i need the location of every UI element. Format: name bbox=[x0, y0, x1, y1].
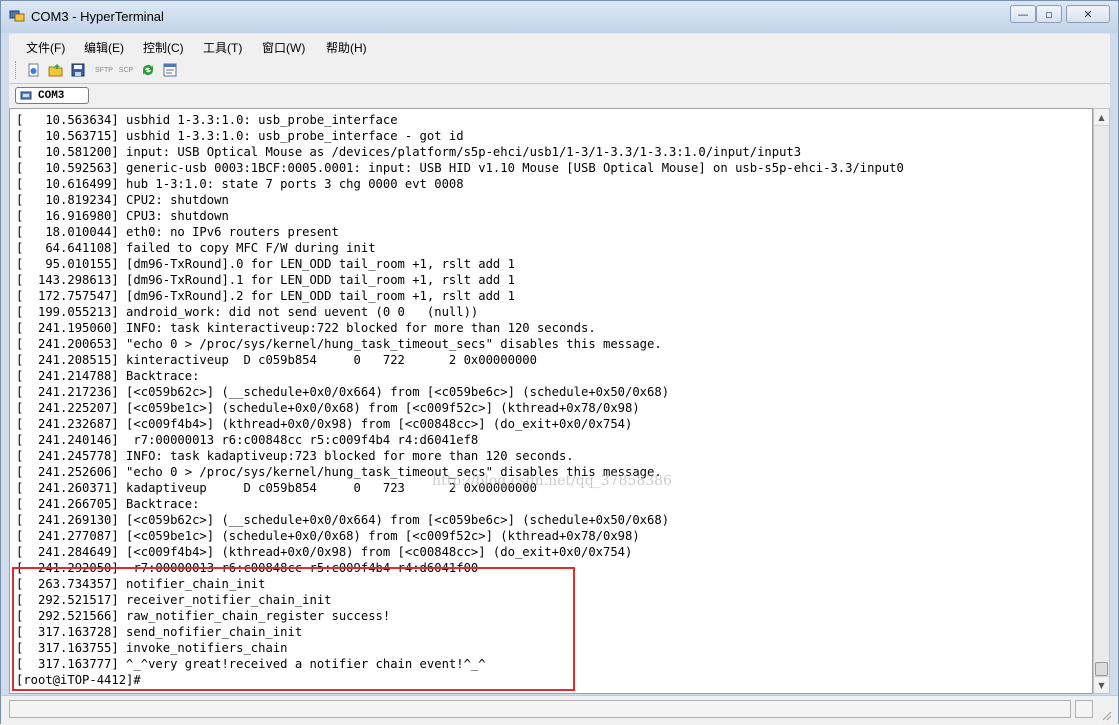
terminal-line: [ 317.163755] invoke_notifiers_chain bbox=[16, 641, 288, 655]
minimize-button[interactable]: — bbox=[1010, 5, 1036, 23]
terminal-line: [ 241.200653] "echo 0 > /proc/sys/kernel… bbox=[16, 337, 662, 351]
save-button[interactable] bbox=[69, 61, 87, 79]
terminal-line: [ 241.269130] [<c059b62c>] (__schedule+0… bbox=[16, 513, 670, 527]
menu-file[interactable]: 文件(F) bbox=[26, 39, 65, 56]
scrollbar-thumb[interactable] bbox=[1095, 662, 1108, 676]
terminal-line: [ 95.010155] [dm96-TxRound].0 for LEN_OD… bbox=[16, 257, 515, 271]
close-icon: ✕ bbox=[1083, 7, 1093, 21]
toolbar-grip[interactable] bbox=[15, 61, 19, 79]
terminal-line: [ 10.819234] CPU2: shutdown bbox=[16, 193, 229, 207]
terminal-lines: [ 10.563634] usbhid 1-3.3:1.0: usb_probe… bbox=[16, 112, 904, 688]
open-folder-icon bbox=[48, 64, 63, 77]
menu-control[interactable]: 控制(C) bbox=[143, 39, 184, 56]
terminal-line: [ 263.734357] notifier_chain_init bbox=[16, 577, 266, 591]
save-icon bbox=[71, 63, 85, 77]
status-panel-small bbox=[1075, 700, 1093, 718]
properties-icon bbox=[163, 63, 177, 77]
scp-button[interactable]: SCP bbox=[116, 61, 136, 79]
title-bar[interactable]: COM3 - HyperTerminal — ▫ ✕ bbox=[1, 1, 1118, 33]
window-frame-right bbox=[1110, 33, 1118, 695]
chevron-down-icon: ▼ bbox=[1098, 680, 1105, 690]
terminal-line: [ 241.195060] INFO: task kinteractiveup:… bbox=[16, 321, 596, 335]
terminal-line: [ 241.232687] [<c009f4b4>] (kthread+0x0/… bbox=[16, 417, 633, 431]
toolbar: SFTP SCP bbox=[9, 57, 1110, 83]
session-tab-bar: COM3 bbox=[9, 83, 1110, 108]
terminal-line: [ 241.284649] [<c009f4b4>] (kthread+0x0/… bbox=[16, 545, 633, 559]
terminal-line: [ 317.163728] send_nofifier_chain_init bbox=[16, 625, 303, 639]
terminal-line: [ 292.521517] receiver_notifier_chain_in… bbox=[16, 593, 332, 607]
terminal-line: [ 241.260371] kadaptiveup D c059b854 0 7… bbox=[16, 481, 537, 495]
menu-window[interactable]: 窗口(W) bbox=[262, 39, 305, 56]
terminal-line: [ 10.563634] usbhid 1-3.3:1.0: usb_probe… bbox=[16, 113, 398, 127]
properties-button[interactable] bbox=[161, 61, 179, 79]
minimize-icon: — bbox=[1017, 7, 1029, 21]
terminal-line: [ 241.217236] [<c059b62c>] (__schedule+0… bbox=[16, 385, 670, 399]
sftp-button[interactable]: SFTP bbox=[93, 61, 115, 79]
menu-help[interactable]: 帮助(H) bbox=[326, 39, 367, 56]
shell-prompt: [root@iTOP-4412]# bbox=[16, 673, 141, 687]
terminal-line: [ 10.563715] usbhid 1-3.3:1.0: usb_probe… bbox=[16, 129, 464, 143]
terminal-line: [ 172.757547] [dm96-TxRound].2 for LEN_O… bbox=[16, 289, 515, 303]
hyperterminal-window: COM3 - HyperTerminal — ▫ ✕ 文件(F) 编辑(E) 控… bbox=[0, 0, 1119, 725]
menu-bar: 文件(F) 编辑(E) 控制(C) 工具(T) 窗口(W) 帮助(H) bbox=[9, 33, 1110, 58]
vertical-scrollbar[interactable]: ▲ ▼ bbox=[1093, 108, 1110, 694]
resize-grip-icon[interactable] bbox=[1100, 709, 1112, 721]
menu-edit[interactable]: 编辑(E) bbox=[84, 39, 124, 56]
open-button[interactable] bbox=[47, 61, 65, 79]
terminal-line: [ 10.581200] input: USB Optical Mouse as… bbox=[16, 145, 802, 159]
refresh-button[interactable] bbox=[139, 61, 157, 79]
tab-com3[interactable]: COM3 bbox=[15, 87, 89, 104]
terminal-line: [ 199.055213] android_work: did not send… bbox=[16, 305, 479, 319]
hyperterminal-app-icon bbox=[9, 10, 25, 22]
window-title: COM3 - HyperTerminal bbox=[31, 9, 164, 24]
scroll-up-arrow[interactable]: ▲ bbox=[1094, 109, 1109, 126]
terminal-line: [ 64.641108] failed to copy MFC F/W duri… bbox=[16, 241, 376, 255]
close-button[interactable]: ✕ bbox=[1066, 5, 1110, 23]
terminal-line: [ 241.266705] Backtrace: bbox=[16, 497, 200, 511]
terminal-output[interactable]: [ 10.563634] usbhid 1-3.3:1.0: usb_probe… bbox=[9, 108, 1093, 694]
scp-icon: SCP bbox=[118, 66, 134, 74]
terminal-line: [ 241.214788] Backtrace: bbox=[16, 369, 200, 383]
scroll-down-arrow[interactable]: ▼ bbox=[1094, 676, 1109, 693]
terminal-line: [ 18.010044] eth0: no IPv6 routers prese… bbox=[16, 225, 339, 239]
status-bar bbox=[1, 695, 1118, 725]
menu-tools[interactable]: 工具(T) bbox=[203, 39, 242, 56]
restore-button[interactable]: ▫ bbox=[1036, 5, 1062, 23]
terminal-line: [ 241.277087] [<c059be1c>] (schedule+0x0… bbox=[16, 529, 640, 543]
terminal-line: [ 143.298613] [dm96-TxRound].1 for LEN_O… bbox=[16, 273, 515, 287]
terminal-line: [ 241.292050] r7:00000013 r6:c00848cc r5… bbox=[16, 561, 479, 575]
tab-label: COM3 bbox=[38, 89, 65, 102]
terminal-line: [ 317.163777] ^_^very great!received a n… bbox=[16, 657, 486, 671]
window-frame-left bbox=[1, 33, 9, 695]
terminal-line: [ 241.240146] r7:00000013 r6:c00848cc r5… bbox=[16, 433, 479, 447]
new-connection-icon bbox=[28, 63, 39, 77]
terminal-line: [ 241.252606] "echo 0 > /proc/sys/kernel… bbox=[16, 465, 662, 479]
terminal-line: [ 241.245778] INFO: task kadaptiveup:723… bbox=[16, 449, 574, 463]
status-panel-main bbox=[9, 700, 1071, 718]
terminal-line: [ 241.208515] kinteractiveup D c059b854 … bbox=[16, 353, 537, 367]
terminal-line: [ 16.916980] CPU3: shutdown bbox=[16, 209, 229, 223]
refresh-icon bbox=[143, 65, 153, 75]
restore-icon: ▫ bbox=[1045, 7, 1053, 21]
terminal-line: [ 292.521566] raw_notifier_chain_registe… bbox=[16, 609, 391, 623]
sftp-icon: SFTP bbox=[95, 66, 113, 74]
serial-connection-icon bbox=[20, 91, 32, 99]
new-connection-button[interactable] bbox=[25, 61, 43, 79]
chevron-up-icon: ▲ bbox=[1098, 112, 1105, 122]
terminal-line: [ 10.592563] generic-usb 0003:1BCF:0005.… bbox=[16, 161, 904, 175]
terminal-line: [ 241.225207] [<c059be1c>] (schedule+0x0… bbox=[16, 401, 640, 415]
terminal-line: [ 10.616499] hub 1-3:1.0: state 7 ports … bbox=[16, 177, 464, 191]
